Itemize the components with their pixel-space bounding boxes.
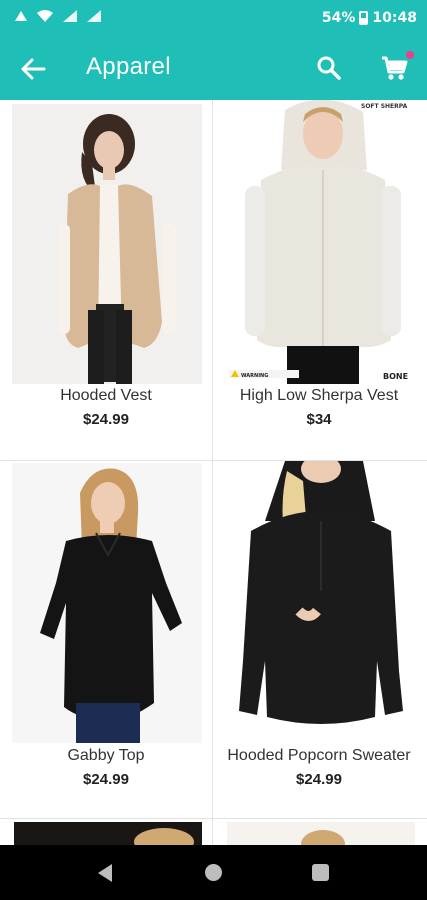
notification-icon — [15, 11, 27, 21]
image-tag-warning: WARNING — [241, 373, 268, 379]
status-icons — [14, 9, 102, 23]
system-nav-bar — [0, 845, 427, 900]
product-image[interactable] — [12, 104, 202, 384]
screen: 54% 10:48 Apparel Hooded Vest $24.99 SOF… — [0, 0, 427, 900]
product-image-partial[interactable] — [14, 822, 202, 845]
product-price: $34 — [306, 411, 332, 428]
cart-badge — [406, 51, 414, 59]
image-tag-bone: BONE — [383, 372, 408, 381]
nav-home-icon[interactable] — [205, 864, 222, 881]
product-image-partial[interactable] — [227, 822, 415, 845]
product-name[interactable]: Hooded Popcorn Sweater — [213, 747, 425, 765]
search-icon[interactable] — [316, 55, 342, 81]
product-name[interactable]: Gabby Top — [0, 747, 212, 765]
signal-icon — [63, 10, 77, 22]
product-price: $24.99 — [296, 771, 342, 788]
product-card-hooded-popcorn-sweater[interactable]: Hooded Popcorn Sweater $24.99 — [213, 461, 425, 821]
product-image[interactable] — [225, 461, 415, 743]
product-grid: Hooded Vest $24.99 SOFT SHERPA BONE WARN… — [0, 100, 427, 845]
cart-icon[interactable] — [380, 54, 408, 82]
status-bar: 54% 10:48 — [0, 0, 427, 38]
back-arrow-icon[interactable] — [18, 54, 48, 84]
clock: 10:48 — [372, 10, 417, 26]
image-tag-soft-sherpa: SOFT SHERPA — [361, 103, 408, 110]
nav-recents-icon[interactable] — [312, 864, 329, 881]
product-name[interactable]: High Low Sherpa Vest — [213, 387, 425, 405]
product-price: $24.99 — [83, 411, 129, 428]
product-card-hooded-vest[interactable]: Hooded Vest $24.99 — [0, 100, 212, 460]
nav-back-icon[interactable] — [96, 863, 114, 883]
product-image[interactable] — [12, 463, 202, 743]
page-title: Apparel — [86, 53, 171, 80]
product-card-gabby-top[interactable]: Gabby Top $24.99 — [0, 461, 212, 821]
product-image[interactable]: SOFT SHERPA BONE WARNING — [225, 100, 415, 384]
product-card-high-low-sherpa-vest[interactable]: SOFT SHERPA BONE WARNING High Low Sherpa… — [213, 100, 425, 460]
product-name[interactable]: Hooded Vest — [0, 387, 212, 405]
battery-icon — [359, 11, 369, 25]
product-price: $24.99 — [83, 771, 129, 788]
wifi-icon — [37, 10, 53, 22]
battery-percent: 54% — [321, 10, 356, 26]
app-bar: Apparel — [0, 38, 427, 100]
signal-2-icon — [87, 10, 101, 22]
status-right: 54% 10:48 — [322, 10, 417, 26]
